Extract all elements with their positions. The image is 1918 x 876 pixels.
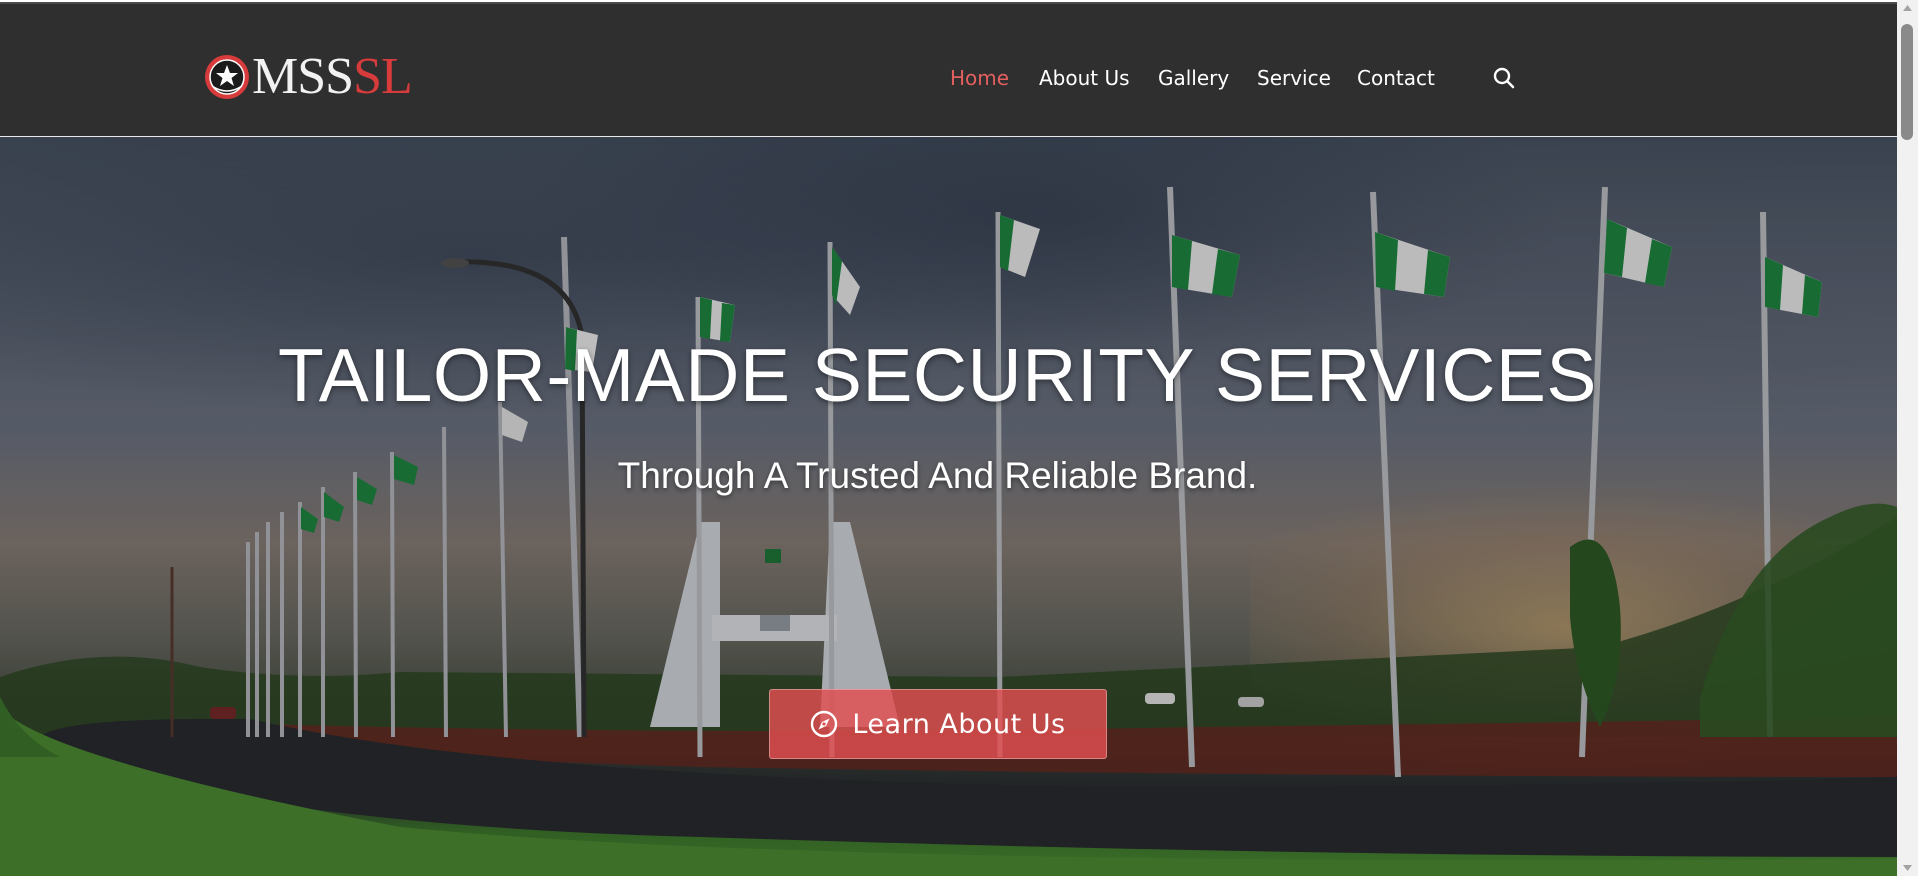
brand-logo[interactable]: MSSSL bbox=[204, 48, 413, 105]
page-scrollbar[interactable] bbox=[1897, 0, 1918, 876]
compass-icon bbox=[811, 710, 838, 738]
nav-about-us[interactable]: About Us bbox=[1039, 66, 1130, 90]
nav-contact[interactable]: Contact bbox=[1357, 66, 1435, 90]
navbar: MSSSL Home About Us Gallery Service Cont… bbox=[0, 4, 1897, 137]
brand-name-white: MSS bbox=[252, 48, 354, 105]
learn-about-us-label: Learn About Us bbox=[852, 708, 1066, 740]
hero-subtitle: Through A Trusted And Reliable Brand. bbox=[617, 455, 1258, 496]
nav-home[interactable]: Home bbox=[950, 66, 1009, 90]
brand-name: MSSSL bbox=[252, 48, 413, 105]
hero-banner: TAILOR-MADE SECURITY SERVICES Through A … bbox=[0, 137, 1897, 876]
scroll-down-arrow-icon[interactable] bbox=[1897, 859, 1918, 876]
search-icon[interactable] bbox=[1492, 66, 1516, 90]
scrollbar-thumb[interactable] bbox=[1901, 24, 1913, 140]
learn-about-us-button[interactable]: Learn About Us bbox=[769, 689, 1107, 759]
brand-name-red: SL bbox=[353, 48, 413, 105]
nav-gallery[interactable]: Gallery bbox=[1158, 66, 1229, 90]
hero-dark-overlay bbox=[0, 137, 1897, 876]
nav-service[interactable]: Service bbox=[1257, 66, 1331, 90]
hero-title: TAILOR-MADE SECURITY SERVICES bbox=[278, 333, 1597, 417]
scroll-up-arrow-icon[interactable] bbox=[1897, 0, 1918, 17]
shield-emblem-icon bbox=[205, 55, 249, 99]
